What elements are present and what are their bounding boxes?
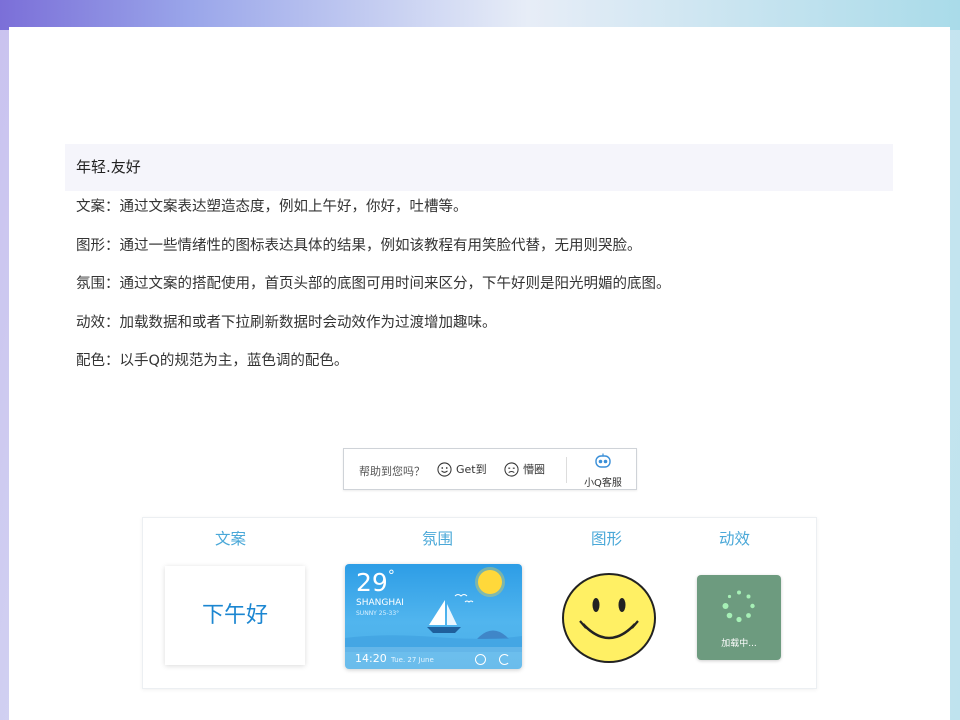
label-motion: 动效 — [719, 530, 751, 548]
feedback-question: 帮助到您吗？ — [359, 465, 425, 478]
copy-example-tile: 下午好 — [165, 566, 305, 665]
desc-graphic: 图形：通过一些情绪性的图标表达具体的结果，例如该教程有用笑脸代替，无用则哭脸。 — [76, 237, 642, 254]
weather-time: 14:20 — [355, 652, 387, 665]
confused-icon — [504, 461, 519, 477]
demo-card: 文案 氛围 图形 动效 下午好 29° SHANGHAI SUNNY 25-33… — [142, 517, 817, 689]
got-it-button[interactable]: Get到 — [437, 461, 487, 477]
sun-icon — [478, 570, 502, 594]
refresh-icon[interactable] — [499, 654, 510, 665]
clock-icon[interactable] — [475, 654, 486, 665]
degree-symbol: ° — [387, 568, 395, 584]
weather-card: 29° SHANGHAI SUNNY 25-33° 14:20 Tue. 27 … — [345, 564, 522, 669]
desc-motion: 动效：加载数据和或者下拉刷新数据时会动效作为过渡增加趣味。 — [76, 314, 497, 331]
description-list: 文案：通过文案表达塑造态度，例如上午好，你好，吐槽等。 图形：通过一些情绪性的图… — [76, 196, 671, 389]
spinner-icon — [722, 590, 755, 623]
got-it-label: Get到 — [456, 463, 487, 476]
desc-copy: 文案：通过文案表达塑造态度，例如上午好，你好，吐槽等。 — [76, 199, 468, 215]
divider — [566, 457, 567, 483]
confused-label: 懵圈 — [523, 463, 545, 476]
confused-button[interactable]: 懵圈 — [504, 461, 545, 477]
loading-text: 加载中... — [721, 639, 757, 649]
background-decoration — [0, 0, 960, 30]
sailboat-icon — [345, 594, 522, 652]
label-copy: 文案 — [215, 530, 247, 548]
desc-mood: 氛围：通过文案的搭配使用，首页头部的底图可用时间来区分，下午好则是阳光明媚的底图… — [76, 276, 671, 292]
label-graphic: 图形 — [591, 530, 623, 548]
robot-icon — [595, 453, 611, 468]
feedback-bar: 帮助到您吗？ Get到 懵圈 小Q客服 — [343, 448, 637, 490]
smile-icon — [437, 461, 452, 477]
customer-service-button[interactable]: 小Q客服 — [583, 453, 623, 489]
smiley-icon — [562, 573, 656, 663]
section-title: 年轻.友好 — [65, 144, 893, 191]
customer-service-label: 小Q客服 — [584, 478, 622, 489]
desc-color: 配色：以手Q的规范为主，蓝色调的配色。 — [76, 353, 349, 369]
label-mood: 氛围 — [422, 530, 454, 548]
weather-date: Tue. 27 June — [391, 656, 434, 664]
loading-card: 加载中... — [697, 575, 781, 660]
slide: 年轻.友好 文案：通过文案表达塑造态度，例如上午好，你好，吐槽等。 图形：通过一… — [9, 27, 950, 720]
